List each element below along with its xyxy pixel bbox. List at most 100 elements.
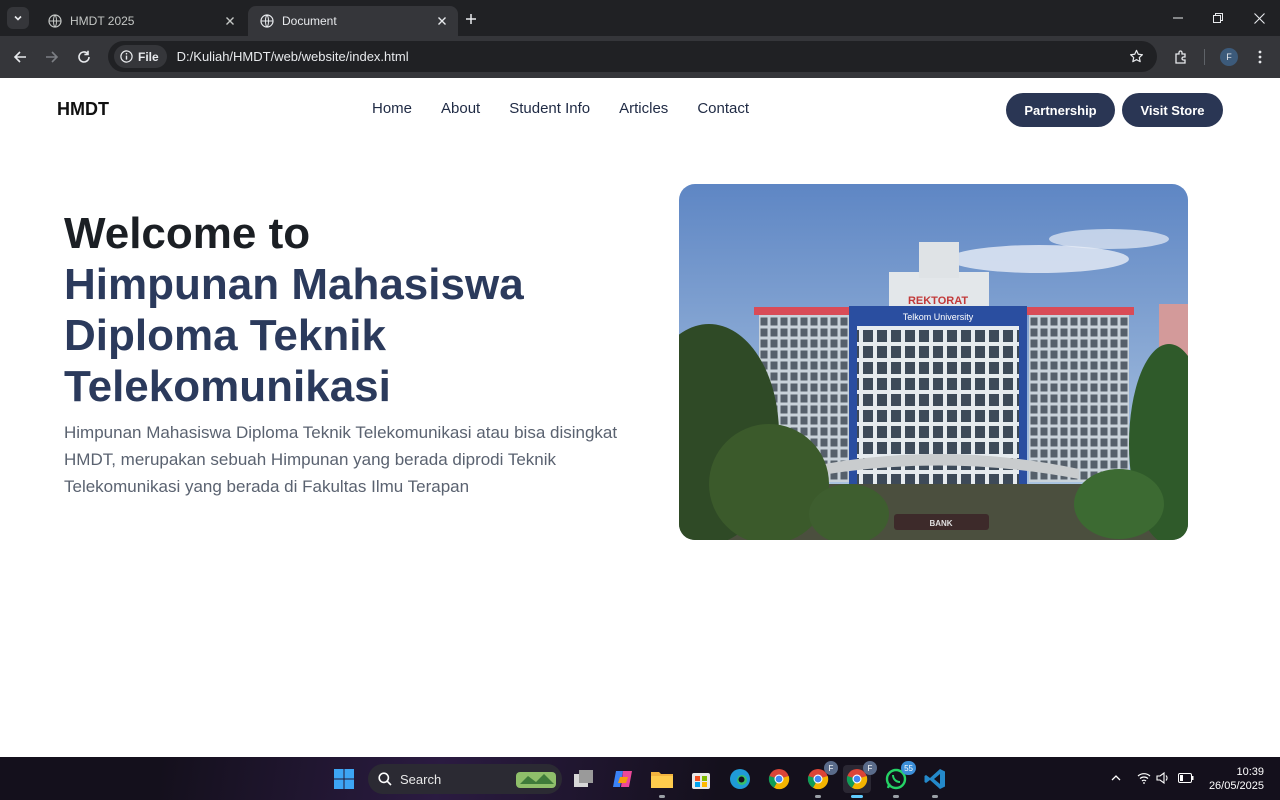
battery-status[interactable] xyxy=(1178,770,1194,786)
volume-status[interactable] xyxy=(1155,770,1171,786)
globe-icon xyxy=(260,14,274,28)
search-label: Search xyxy=(400,771,442,787)
task-view-icon xyxy=(574,770,593,787)
chrome-profile-app[interactable]: F xyxy=(804,761,838,798)
system-clock[interactable]: 10:39 26/05/2025 xyxy=(1209,765,1264,793)
search-icon xyxy=(378,772,392,786)
show-hidden-icons-button[interactable] xyxy=(1108,770,1124,786)
tab-title: HMDT 2025 xyxy=(70,14,135,28)
vscode-app[interactable] xyxy=(921,765,949,798)
clock-date: 26/05/2025 xyxy=(1208,780,1264,792)
close-icon xyxy=(1253,12,1265,24)
running-indicator xyxy=(659,795,665,798)
profile-avatar[interactable]: F xyxy=(1220,48,1238,66)
edge-app[interactable] xyxy=(726,765,754,793)
site-chip-label: File xyxy=(138,49,159,64)
star-icon xyxy=(1129,49,1143,63)
wifi-icon xyxy=(1137,773,1151,784)
nav-contact[interactable]: Contact xyxy=(697,100,749,117)
hero-title-line1: Welcome to xyxy=(64,209,311,258)
tab-title: Document xyxy=(282,14,337,28)
windows-logo-icon xyxy=(334,769,354,789)
globe-icon xyxy=(48,14,62,28)
tab-hmdt-2025[interactable]: HMDT 2025 xyxy=(36,6,246,36)
forward-button[interactable] xyxy=(40,45,64,69)
chrome-active-app[interactable]: F xyxy=(843,761,877,798)
hero-title-accent: Himpunan Mahasiswa Diploma Teknik Teleko… xyxy=(64,260,524,411)
file-explorer-app[interactable] xyxy=(648,765,676,798)
hero-description: Himpunan Mahasiswa Diploma Teknik Teleko… xyxy=(64,423,618,496)
site-logo[interactable]: HMDT xyxy=(57,99,109,120)
browser-menu-button[interactable] xyxy=(1248,45,1272,69)
start-button[interactable] xyxy=(330,765,358,793)
vscode-icon xyxy=(924,769,945,789)
browser-tab-strip: HMDT 2025 Document xyxy=(0,0,1280,36)
image-sign-bank: BANK xyxy=(929,519,952,528)
speaker-icon xyxy=(1156,772,1168,784)
tab-search-button[interactable] xyxy=(7,7,29,29)
tab-document[interactable]: Document xyxy=(248,6,458,36)
info-icon xyxy=(120,50,133,63)
partnership-button[interactable]: Partnership xyxy=(1006,93,1115,127)
taskbar-search-box[interactable]: Search xyxy=(368,764,562,794)
restore-icon xyxy=(1213,13,1223,23)
close-tab-icon[interactable] xyxy=(434,13,450,29)
profile-badge: F xyxy=(863,761,877,775)
bookmark-star-button[interactable] xyxy=(1125,46,1147,68)
restore-button[interactable] xyxy=(1205,6,1231,30)
profile-badge: F xyxy=(824,761,838,775)
chrome-icon xyxy=(768,769,790,790)
copilot-app[interactable] xyxy=(609,765,637,793)
extensions-button[interactable] xyxy=(1169,45,1193,69)
visit-store-button[interactable]: Visit Store xyxy=(1122,93,1223,127)
back-button[interactable] xyxy=(8,45,32,69)
close-window-button[interactable] xyxy=(1246,6,1272,30)
image-sign-telkom: Telkom University xyxy=(903,312,974,322)
chrome-app[interactable] xyxy=(765,765,793,793)
copilot-icon xyxy=(613,771,632,787)
site-nav: Home About Student Info Articles Contact xyxy=(372,100,749,117)
close-tab-icon[interactable] xyxy=(222,13,238,29)
minimize-button[interactable] xyxy=(1165,6,1191,30)
arrow-left-icon xyxy=(13,51,26,63)
clock-time: 10:39 xyxy=(1236,766,1264,778)
site-info-chip[interactable]: File xyxy=(114,45,167,68)
puzzle-icon xyxy=(1175,50,1186,64)
image-sign-rektorat: REKTORAT xyxy=(908,295,968,307)
reload-icon xyxy=(78,50,90,63)
plus-icon xyxy=(466,14,476,24)
browser-toolbar: File D:/Kuliah/HMDT/web/website/index.ht… xyxy=(0,36,1280,78)
notification-badge: 55 xyxy=(901,761,916,775)
wifi-status[interactable] xyxy=(1136,770,1152,786)
running-indicator xyxy=(815,795,821,798)
running-indicator xyxy=(932,795,938,798)
chevron-up-icon xyxy=(1111,775,1121,781)
arrow-right-icon xyxy=(46,51,59,63)
search-highlight-icon xyxy=(516,772,556,788)
campus-building-image: REKTORAT Telkom University BANK xyxy=(679,184,1188,540)
reload-button[interactable] xyxy=(72,45,96,69)
store-icon xyxy=(692,773,710,789)
windows-taskbar: Search F F 55 10:39 26/05/2025 xyxy=(0,757,1280,800)
whatsapp-app[interactable]: 55 xyxy=(882,761,916,798)
url-text[interactable]: D:/Kuliah/HMDT/web/website/index.html xyxy=(177,49,1125,64)
chevron-down-icon xyxy=(14,15,22,21)
minimize-icon xyxy=(1173,17,1183,19)
nav-about[interactable]: About xyxy=(441,100,480,117)
active-indicator xyxy=(851,795,863,798)
page-viewport: HMDT Home About Student Info Articles Co… xyxy=(0,78,1280,757)
folder-icon xyxy=(651,772,673,788)
nav-student-info[interactable]: Student Info xyxy=(509,100,590,117)
running-indicator xyxy=(893,795,899,798)
address-bar[interactable]: File D:/Kuliah/HMDT/web/website/index.ht… xyxy=(108,41,1157,72)
new-tab-button[interactable] xyxy=(461,9,481,29)
edge-icon xyxy=(730,769,750,789)
nav-articles[interactable]: Articles xyxy=(619,100,668,117)
hero-title: Welcome to Himpunan Mahasiswa Diploma Te… xyxy=(64,208,534,412)
nav-home[interactable]: Home xyxy=(372,100,412,117)
kebab-menu-icon xyxy=(1258,50,1262,64)
battery-icon xyxy=(1178,773,1194,783)
toolbar-divider xyxy=(1204,49,1205,65)
store-app[interactable] xyxy=(687,765,715,793)
task-view-button[interactable] xyxy=(570,765,598,793)
